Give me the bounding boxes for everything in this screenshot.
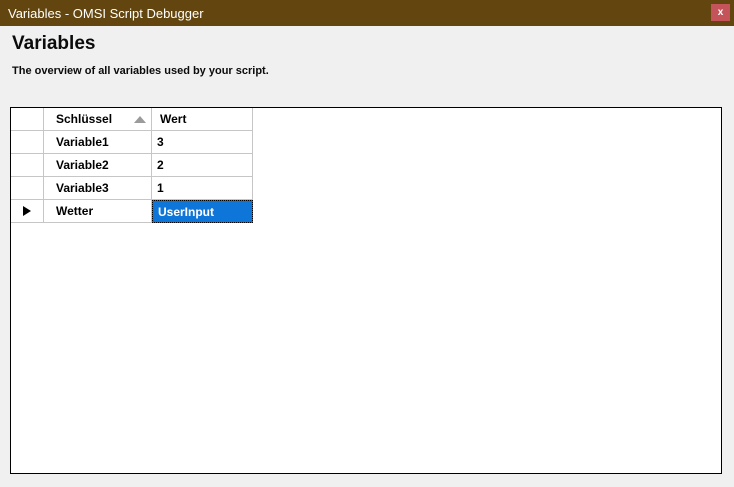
row-selector-cell[interactable]	[11, 177, 44, 200]
table-row[interactable]: Wetter UserInput	[11, 200, 253, 223]
table-row[interactable]: Variable3 1	[11, 177, 253, 200]
schluessel-cell[interactable]: Variable2	[44, 154, 152, 177]
schluessel-cell[interactable]: Variable1	[44, 131, 152, 154]
column-header-label: Schlüssel	[56, 112, 113, 126]
table-row[interactable]: Variable1 3	[11, 131, 253, 154]
column-header-wert[interactable]: Wert	[152, 108, 253, 131]
variables-panel: Schlüssel Wert Variable1 3 Variable2 2 V…	[10, 107, 722, 474]
wert-cell[interactable]: 3	[152, 131, 253, 154]
page-subtitle: The overview of all variables used by yo…	[12, 65, 269, 77]
row-selector-cell[interactable]	[11, 131, 44, 154]
row-selector-header[interactable]	[11, 108, 44, 131]
app-window: Variables - OMSI Script Debugger x Varia…	[0, 0, 734, 487]
wert-cell[interactable]: 1	[152, 177, 253, 200]
schluessel-cell[interactable]: Wetter	[44, 200, 152, 223]
wert-cell[interactable]: 2	[152, 154, 253, 177]
row-selector-cell[interactable]	[11, 154, 44, 177]
wert-cell[interactable]: UserInput	[152, 200, 253, 223]
row-selector-cell[interactable]	[11, 200, 44, 223]
titlebar[interactable]: Variables - OMSI Script Debugger x	[0, 0, 734, 26]
window-title: Variables - OMSI Script Debugger	[8, 5, 204, 21]
schluessel-cell[interactable]: Variable3	[44, 177, 152, 200]
column-header-label: Wert	[160, 112, 187, 126]
page-title: Variables	[12, 33, 96, 54]
close-button[interactable]: x	[711, 4, 730, 21]
column-header-schluessel[interactable]: Schlüssel	[44, 108, 152, 131]
table-row[interactable]: Variable2 2	[11, 154, 253, 177]
close-icon: x	[717, 6, 724, 18]
current-row-indicator-icon	[23, 206, 31, 216]
variables-grid: Schlüssel Wert Variable1 3 Variable2 2 V…	[11, 108, 253, 223]
grid-body: Variable1 3 Variable2 2 Variable3 1 Wett…	[11, 131, 253, 223]
sort-ascending-icon	[134, 116, 146, 123]
grid-header-row: Schlüssel Wert	[11, 108, 253, 131]
